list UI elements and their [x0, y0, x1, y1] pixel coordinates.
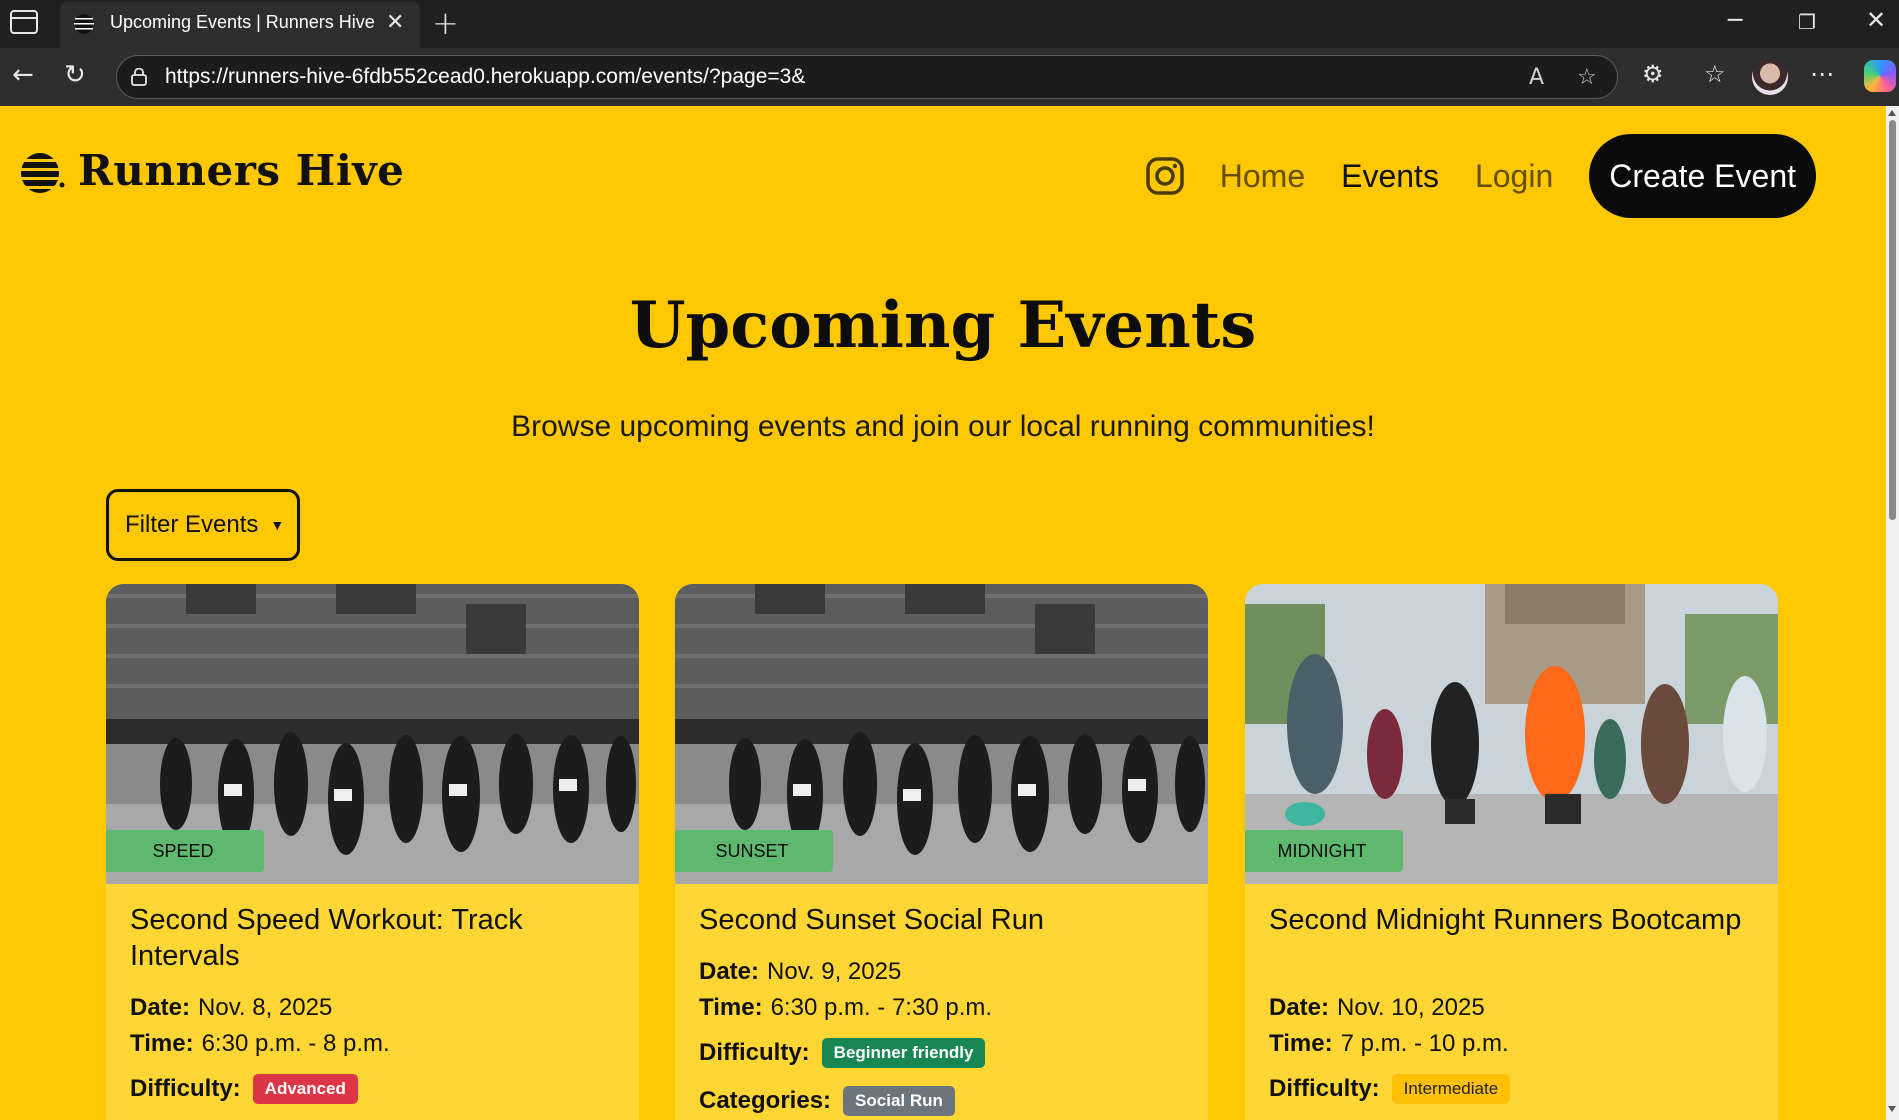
browser-title-bar: Upcoming Events | Runners Hive ✕ + ─ ❐ ✕ — [0, 0, 1899, 48]
category-badge: Social Run — [843, 1086, 955, 1116]
time-value: 6:30 p.m. - 8 p.m. — [201, 1030, 390, 1057]
event-card[interactable]: SUNSET Second Sunset Social Run Date: Nov… — [675, 584, 1208, 1120]
event-title[interactable]: Second Midnight Runners Bootcamp — [1269, 902, 1759, 938]
date-value: Nov. 9, 2025 — [767, 958, 902, 985]
nav-home-link[interactable]: Home — [1220, 158, 1305, 195]
url-text[interactable]: https://runners-hive-6fdb552cead0.heroku… — [165, 65, 805, 89]
scroll-down-icon[interactable] — [1888, 1106, 1896, 1112]
extensions-icon[interactable]: ⚙ — [1642, 60, 1664, 88]
profile-avatar[interactable] — [1752, 59, 1788, 95]
filter-events-label: Filter Events — [125, 511, 259, 538]
event-title[interactable]: Second Speed Workout: Track Intervals — [130, 902, 620, 974]
tab-title: Upcoming Events | Runners Hive — [110, 12, 375, 32]
time-value: 6:30 p.m. - 7:30 p.m. — [770, 994, 993, 1021]
browser-toolbar: ← ↻ https://runners-hive-6fdb552cead0.he… — [0, 48, 1899, 106]
event-date: Date: Nov. 10, 2025 — [1269, 994, 1485, 1022]
event-difficulty: Difficulty: Intermediate — [1269, 1074, 1511, 1104]
beehive-icon — [21, 152, 65, 193]
page: Runners Hive Home Events Login Create Ev… — [0, 106, 1886, 1120]
back-icon[interactable]: ← — [12, 60, 34, 90]
event-tag: SUNSET — [675, 830, 833, 872]
event-tag: SPEED — [106, 830, 264, 872]
date-value: Nov. 10, 2025 — [1337, 994, 1485, 1021]
lock-icon — [131, 68, 147, 86]
minimize-icon[interactable]: ─ — [1728, 6, 1742, 34]
date-label: Date: — [699, 958, 760, 985]
time-value: 7 p.m. - 10 p.m. — [1340, 1030, 1509, 1057]
date-label: Date: — [1269, 994, 1330, 1021]
event-date: Date: Nov. 8, 2025 — [130, 994, 332, 1022]
date-label: Date: — [130, 994, 191, 1021]
beehive-favicon-icon — [74, 14, 94, 34]
instagram-icon[interactable] — [1146, 157, 1184, 195]
categories-label: Categories: — [699, 1087, 832, 1114]
time-label: Time: — [699, 994, 763, 1021]
difficulty-badge: Beginner friendly — [821, 1038, 986, 1068]
event-difficulty: Difficulty: Beginner friendly — [699, 1038, 986, 1068]
scroll-thumb[interactable] — [1889, 120, 1896, 520]
refresh-icon[interactable]: ↻ — [64, 60, 86, 90]
event-difficulty: Difficulty: Advanced — [130, 1074, 358, 1104]
event-date: Date: Nov. 9, 2025 — [699, 958, 901, 986]
event-time: Time: 6:30 p.m. - 8 p.m. — [130, 1030, 390, 1058]
difficulty-label: Difficulty: — [1269, 1075, 1380, 1102]
caret-down-icon: ▼ — [270, 517, 285, 533]
address-bar[interactable]: https://runners-hive-6fdb552cead0.heroku… — [116, 55, 1618, 99]
event-time: Time: 6:30 p.m. - 7:30 p.m. — [699, 994, 992, 1022]
event-time: Time: 7 p.m. - 10 p.m. — [1269, 1030, 1509, 1058]
more-options-icon[interactable]: ⋯ — [1810, 60, 1834, 88]
restore-icon[interactable]: ❐ — [1798, 10, 1816, 34]
close-window-icon[interactable]: ✕ — [1866, 6, 1886, 34]
new-tab-icon[interactable]: + — [432, 4, 459, 42]
filter-events-button[interactable]: Filter Events ▼ — [106, 489, 300, 561]
read-aloud-icon[interactable]: A — [1529, 65, 1544, 90]
time-label: Time: — [1269, 1030, 1333, 1057]
scroll-up-icon[interactable] — [1888, 110, 1896, 116]
page-scrollbar[interactable] — [1886, 106, 1899, 1120]
difficulty-badge: Intermediate — [1391, 1074, 1511, 1104]
brand-name: Runners Hive — [78, 146, 405, 195]
event-tag: MIDNIGHT — [1245, 830, 1403, 872]
date-value: Nov. 8, 2025 — [198, 994, 333, 1021]
event-card[interactable]: MIDNIGHT Second Midnight Runners Bootcam… — [1245, 584, 1778, 1120]
page-subtitle: Browse upcoming events and join our loca… — [511, 410, 1375, 443]
tab-actions-icon[interactable] — [10, 10, 38, 34]
event-card[interactable]: SPEED Second Speed Workout: Track Interv… — [106, 584, 639, 1120]
favorites-icon[interactable]: ☆ — [1704, 60, 1726, 88]
difficulty-label: Difficulty: — [699, 1039, 810, 1066]
difficulty-label: Difficulty: — [130, 1075, 241, 1102]
main-nav: Home Events Login Create Event — [1146, 134, 1816, 218]
event-categories: Categories: Social Run — [699, 1086, 955, 1116]
event-title[interactable]: Second Sunset Social Run — [699, 902, 1189, 938]
browser-tab[interactable]: Upcoming Events | Runners Hive ✕ — [60, 2, 420, 48]
difficulty-badge: Advanced — [252, 1074, 358, 1104]
tab-close-icon[interactable]: ✕ — [386, 10, 404, 36]
brand[interactable]: Runners Hive — [18, 146, 404, 195]
time-label: Time: — [130, 1030, 194, 1057]
nav-login-link[interactable]: Login — [1475, 158, 1553, 195]
favorite-star-icon[interactable]: ☆ — [1577, 65, 1597, 90]
nav-events-link[interactable]: Events — [1341, 158, 1439, 195]
copilot-icon[interactable] — [1864, 60, 1896, 92]
page-title: Upcoming Events — [629, 288, 1257, 363]
create-event-button[interactable]: Create Event — [1589, 134, 1816, 218]
